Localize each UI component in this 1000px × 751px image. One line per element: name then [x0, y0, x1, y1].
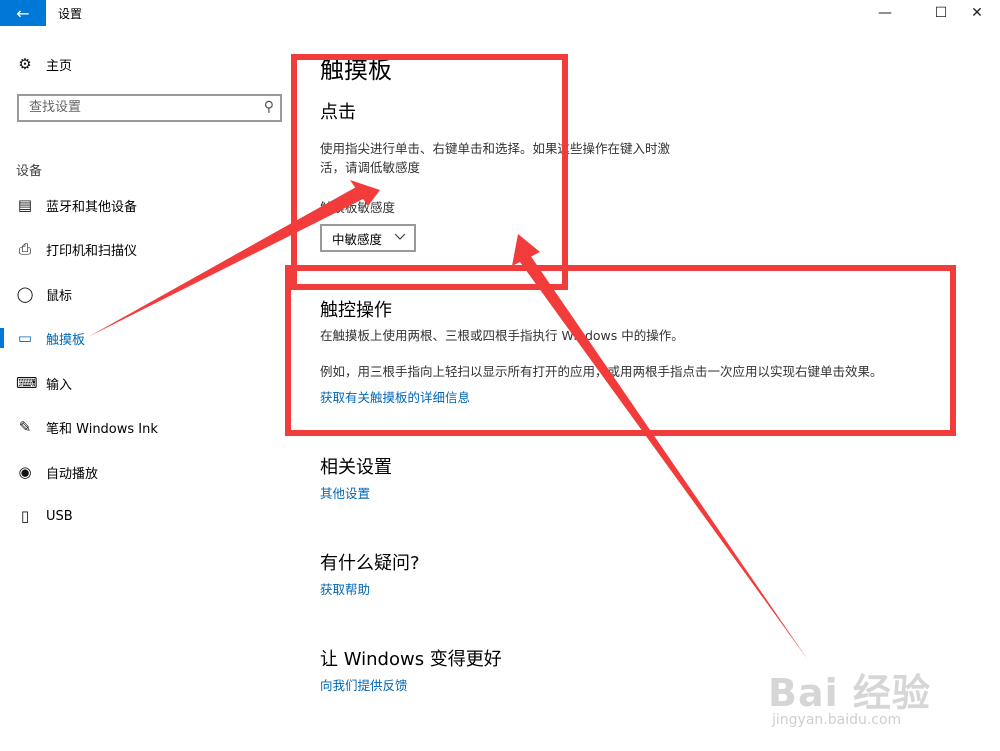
- sidebar-item-label: 自动播放: [46, 466, 99, 482]
- sidebar-item-label: 打印机和扫描仪: [46, 243, 138, 259]
- tap-heading: 点击: [320, 102, 356, 123]
- sidebar-item-usb[interactable]: ▯ USB: [0, 498, 300, 534]
- main-content: 触摸板 点击 使用指尖进行单击、右键单击和选择。如果这些操作在键入时激 活，请调…: [320, 0, 1000, 751]
- sidebar-item-label: 输入: [46, 377, 73, 393]
- back-arrow-icon: ←: [16, 3, 30, 23]
- bluetooth-device-icon: ▤: [17, 196, 33, 214]
- sidebar-item-bluetooth[interactable]: ▤ 蓝牙和其他设备: [0, 187, 300, 223]
- question-heading: 有什么疑问?: [320, 553, 420, 574]
- sidebar-item-autoplay[interactable]: ◉ 自动播放: [0, 454, 300, 490]
- active-indicator: [0, 328, 4, 348]
- gear-icon: ⚙: [18, 55, 32, 73]
- tap-description-line2: 活，请调低敏感度: [320, 160, 421, 175]
- mouse-icon: ◯: [16, 285, 34, 303]
- page-title: 触摸板: [320, 56, 392, 84]
- other-settings-link[interactable]: 其他设置: [320, 483, 370, 502]
- printer-icon: ⎙: [18, 240, 31, 258]
- touchpad-details-link[interactable]: 获取有关触摸板的详细信息: [320, 387, 470, 406]
- back-button[interactable]: ←: [0, 0, 46, 26]
- sidebar-item-label: 触摸板: [46, 332, 86, 348]
- tap-description-line1: 使用指尖进行单击、右键单击和选择。如果这些操作在键入时激: [320, 141, 671, 156]
- baidu-watermark: Bai 经验 jingyan.baidu.com: [768, 640, 996, 740]
- related-settings-heading: 相关设置: [320, 457, 392, 478]
- window-title: 设置: [58, 7, 83, 21]
- sidebar-item-mouse[interactable]: ◯ 鼠标: [0, 276, 300, 312]
- autoplay-icon: ◉: [18, 463, 32, 481]
- sidebar-item-pen[interactable]: ✎ 笔和 Windows Ink: [0, 409, 300, 445]
- search-icon[interactable]: ⚲: [264, 99, 274, 115]
- sidebar-item-label: 笔和 Windows Ink: [46, 421, 158, 437]
- sidebar-item-label: 鼠标: [46, 288, 73, 304]
- gestures-description: 在触摸板上使用两根、三根或四根手指执行 Windows 中的操作。: [320, 328, 684, 343]
- sidebar-item-home[interactable]: ⚙ 主页: [0, 46, 300, 82]
- sidebar-item-label: 主页: [46, 58, 73, 74]
- sensitivity-value: 中敏感度: [332, 231, 383, 247]
- watermark-url: jingyan.baidu.com: [772, 712, 902, 728]
- chevron-down-icon: [394, 230, 406, 247]
- pen-icon: ✎: [18, 418, 32, 436]
- sensitivity-dropdown[interactable]: 中敏感度: [320, 224, 416, 252]
- section-heading-devices: 设备: [16, 164, 43, 179]
- usb-icon: ▯: [20, 507, 30, 525]
- search-input[interactable]: [27, 99, 251, 116]
- touchpad-icon: ▭: [17, 329, 33, 347]
- sidebar-item-label: USB: [46, 508, 73, 524]
- get-help-link[interactable]: 获取帮助: [320, 579, 370, 598]
- gestures-example: 例如，用三根手指向上轻扫以显示所有打开的应用，或用两根手指点击一次应用以实现右键…: [320, 364, 883, 379]
- sidebar: ⚙ 主页 ⚲ 设备 ▤ 蓝牙和其他设备 ⎙ 打印机和扫描仪 ◯ 鼠标 ▭ 触摸板…: [0, 28, 300, 751]
- give-feedback-link[interactable]: 向我们提供反馈: [320, 675, 408, 694]
- sidebar-item-label: 蓝牙和其他设备: [46, 199, 138, 215]
- feedback-heading: 让 Windows 变得更好: [320, 649, 502, 670]
- keyboard-icon: ⌨: [16, 374, 38, 392]
- sidebar-item-touchpad[interactable]: ▭ 触摸板: [0, 320, 300, 356]
- sidebar-item-printers[interactable]: ⎙ 打印机和扫描仪: [0, 231, 300, 267]
- sidebar-item-typing[interactable]: ⌨ 输入: [0, 365, 300, 401]
- search-box[interactable]: ⚲: [17, 94, 282, 122]
- gestures-heading: 触控操作: [320, 300, 392, 321]
- watermark-logo-text: Bai 经验: [768, 671, 931, 715]
- sensitivity-label: 触摸板敏感度: [320, 200, 396, 215]
